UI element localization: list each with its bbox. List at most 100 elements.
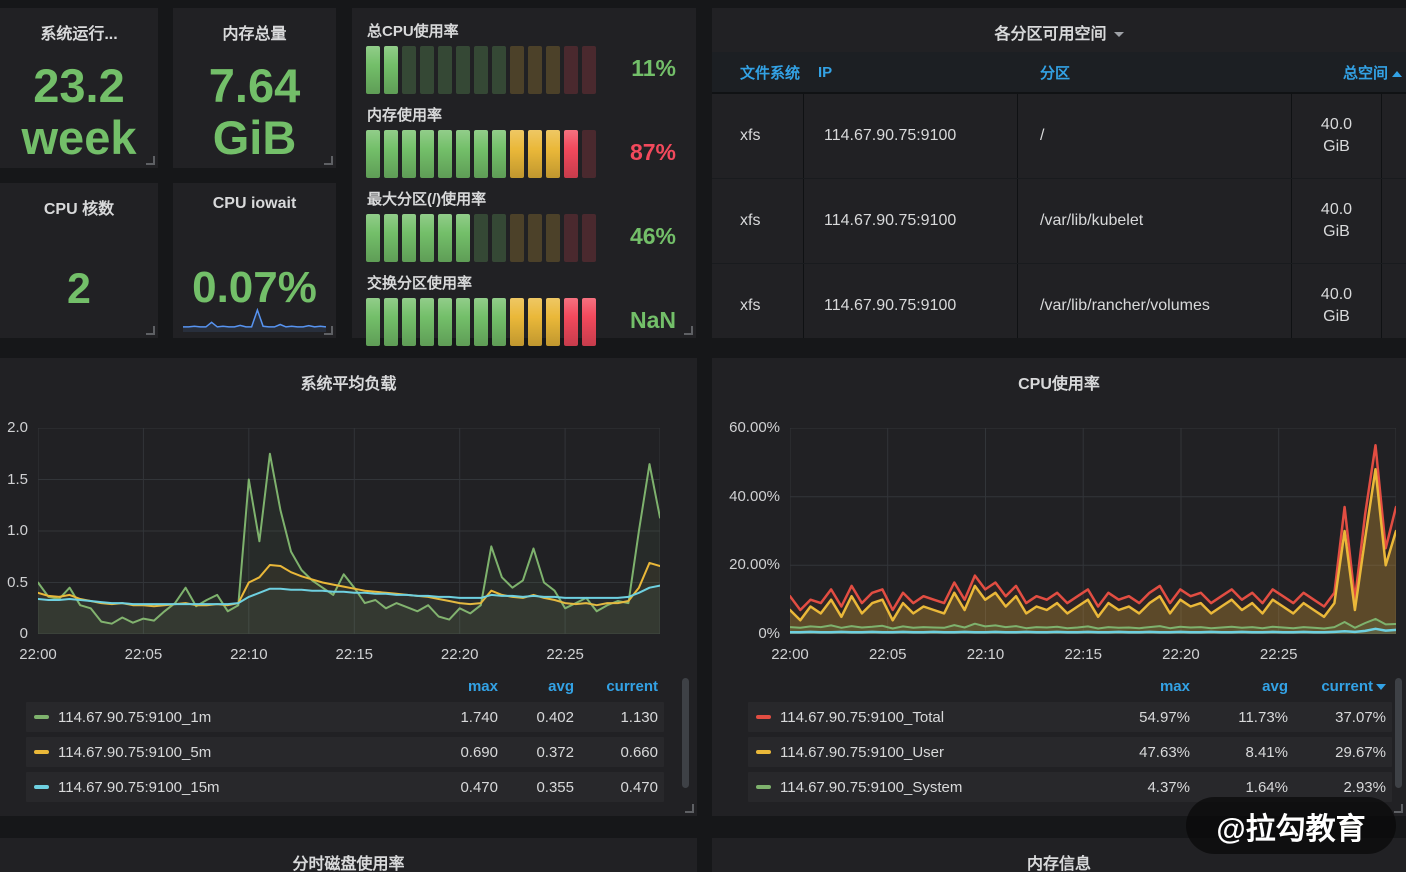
bar-gauge-list: 总CPU使用率11%内存使用率87%最大分区(/)使用率46%交换分区使用率Na… <box>366 20 662 334</box>
x-axis-label: 22:10 <box>967 646 1005 663</box>
legend-sort-header-current[interactable]: current <box>574 678 658 695</box>
bar-gauge-cell <box>492 46 506 94</box>
column-header-total-space[interactable]: 总空间 <box>1292 62 1406 83</box>
legend-series-name: 114.67.90.75:9100_User <box>780 744 944 761</box>
bar-gauge: 交换分区使用率NaN <box>366 272 662 346</box>
bar-gauge-cell <box>438 130 452 178</box>
table-cell-partition: / <box>1018 94 1292 178</box>
column-header-filesystem[interactable]: 文件系统 <box>712 62 804 83</box>
column-header-ip[interactable]: IP <box>804 64 1018 81</box>
legend-current-value: 29.67% <box>1288 744 1386 761</box>
bar-gauge-cell <box>402 298 416 346</box>
bar-gauge-cell <box>474 298 488 346</box>
legend-series-toggle[interactable]: 114.67.90.75:9100_System <box>756 779 1092 796</box>
bar-gauge-cell <box>582 46 596 94</box>
panel-title-disk-usage[interactable]: 分时磁盘使用率 <box>0 850 697 872</box>
panel-cpu-cores-stat: CPU 核数 2 <box>0 183 158 338</box>
bar-gauge-cell <box>366 130 380 178</box>
y-axis-label: 60.00% <box>720 419 780 436</box>
bar-gauge-cell <box>546 298 560 346</box>
panel-resize-handle[interactable] <box>324 156 333 165</box>
bar-gauge-cell <box>456 298 470 346</box>
bar-gauge-cell <box>510 46 524 94</box>
table-cell-clipped <box>1382 94 1406 178</box>
panel-title-cpu-usage[interactable]: CPU使用率 <box>712 370 1406 394</box>
load-average-plot-area[interactable] <box>38 428 660 634</box>
panel-title-cpu-iowait[interactable]: CPU iowait <box>173 195 336 213</box>
series-color-swatch <box>756 785 771 789</box>
legend-current-value: 2.93% <box>1288 779 1386 796</box>
legend-row: 114.67.90.75:9100_User 47.63%8.41%29.67% <box>748 737 1392 767</box>
bar-gauge-cell <box>510 298 524 346</box>
bar-gauge-cell <box>366 214 380 262</box>
legend-series-toggle[interactable]: 114.67.90.75:9100_1m <box>34 709 390 726</box>
panel-menu-caret-icon <box>1114 32 1124 37</box>
legend-series-toggle[interactable]: 114.67.90.75:9100_User <box>756 744 1092 761</box>
panel-title-uptime[interactable]: 系统运行... <box>0 20 158 44</box>
legend-series-toggle[interactable]: 114.67.90.75:9100_5m <box>34 744 390 761</box>
legend-avg-value: 8.41% <box>1190 744 1288 761</box>
bar-gauge: 最大分区(/)使用率46% <box>366 188 662 262</box>
panel-title-cpu-cores[interactable]: CPU 核数 <box>0 195 158 219</box>
legend-sort-header-current[interactable]: current <box>1288 678 1386 695</box>
series-color-swatch <box>34 715 49 719</box>
bar-gauge-cell <box>420 298 434 346</box>
bar-gauge-cells <box>366 130 662 178</box>
bar-gauge-cell <box>420 214 434 262</box>
panel-resize-handle[interactable] <box>685 804 694 813</box>
legend-sort-header-avg[interactable]: avg <box>498 678 574 695</box>
panel-resize-handle[interactable] <box>684 326 693 335</box>
panel-resize-handle[interactable] <box>324 326 333 335</box>
bar-gauge-cell <box>384 298 398 346</box>
bar-gauge-cell <box>402 214 416 262</box>
legend-max-value: 47.63% <box>1092 744 1190 761</box>
bar-gauge-cell <box>510 214 524 262</box>
legend-header-row: maxavgcurrent <box>26 676 664 696</box>
table-cell-ip: 114.67.90.75:9100 <box>804 264 1018 338</box>
legend-sort-header-avg[interactable]: avg <box>1190 678 1288 695</box>
legend-series-name: 114.67.90.75:9100_15m <box>58 779 220 796</box>
legend-row: 114.67.90.75:9100_Total54.97%11.73%37.07… <box>748 702 1392 732</box>
legend-scrollbar[interactable] <box>682 678 689 788</box>
bar-gauge-cell <box>366 298 380 346</box>
bar-gauge-cell <box>384 214 398 262</box>
legend-series-toggle[interactable]: 114.67.90.75:9100_15m <box>34 779 390 796</box>
column-header-text: 总空间 <box>1343 65 1388 82</box>
stat-value-uptime: 23.2 week <box>0 60 158 164</box>
bar-gauge-cell <box>528 130 542 178</box>
panel-partition-table: 各分区可用空间 文件系统 IP 分区 总空间 xfs114.67.90.75:9… <box>712 8 1406 338</box>
panel-title-partition-table[interactable]: 各分区可用空间 <box>712 20 1406 44</box>
bar-gauge-cell <box>366 46 380 94</box>
legend-scrollbar[interactable] <box>1395 678 1402 788</box>
bar-gauge-value: 11% <box>631 55 676 82</box>
bar-gauge-cell <box>438 46 452 94</box>
x-axis-label: 22:05 <box>869 646 907 663</box>
panel-resize-handle[interactable] <box>146 156 155 165</box>
table-header-row: 文件系统 IP 分区 总空间 <box>712 52 1406 94</box>
iowait-sparkline <box>183 308 326 332</box>
panel-title-load-average[interactable]: 系统平均负载 <box>0 370 697 394</box>
panel-resize-handle[interactable] <box>1394 804 1403 813</box>
panel-resize-handle[interactable] <box>146 326 155 335</box>
legend-series-toggle[interactable]: 114.67.90.75:9100_Total <box>756 709 1092 726</box>
column-header-partition[interactable]: 分区 <box>1018 62 1292 83</box>
legend-sort-header-max[interactable]: max <box>1092 678 1190 695</box>
cpu-usage-plot-area[interactable] <box>790 428 1396 634</box>
bar-gauge-cell <box>546 214 560 262</box>
legend-sort-header-max[interactable]: max <box>390 678 498 695</box>
table-row: xfs114.67.90.75:9100/40.0 GiB <box>712 94 1406 179</box>
panel-title-memory-total[interactable]: 内存总量 <box>173 20 336 44</box>
bar-gauge: 内存使用率87% <box>366 104 662 178</box>
table-cell-partition: /var/lib/rancher/volumes <box>1018 264 1292 338</box>
bar-gauge-cell <box>582 130 596 178</box>
stat-value-cpu-cores: 2 <box>0 263 158 315</box>
table-cell-filesystem: xfs <box>712 264 804 338</box>
bar-gauge-cell <box>492 130 506 178</box>
bar-gauge-cell <box>402 130 416 178</box>
bar-gauge-cell <box>384 130 398 178</box>
stat-value-line: week <box>0 112 158 164</box>
bar-gauge-value: 87% <box>630 139 676 166</box>
legend-row: 114.67.90.75:9100_1m1.7400.4021.130 <box>26 702 664 732</box>
x-axis-label: 22:25 <box>1260 646 1298 663</box>
bar-gauge-label: 总CPU使用率 <box>367 20 662 41</box>
